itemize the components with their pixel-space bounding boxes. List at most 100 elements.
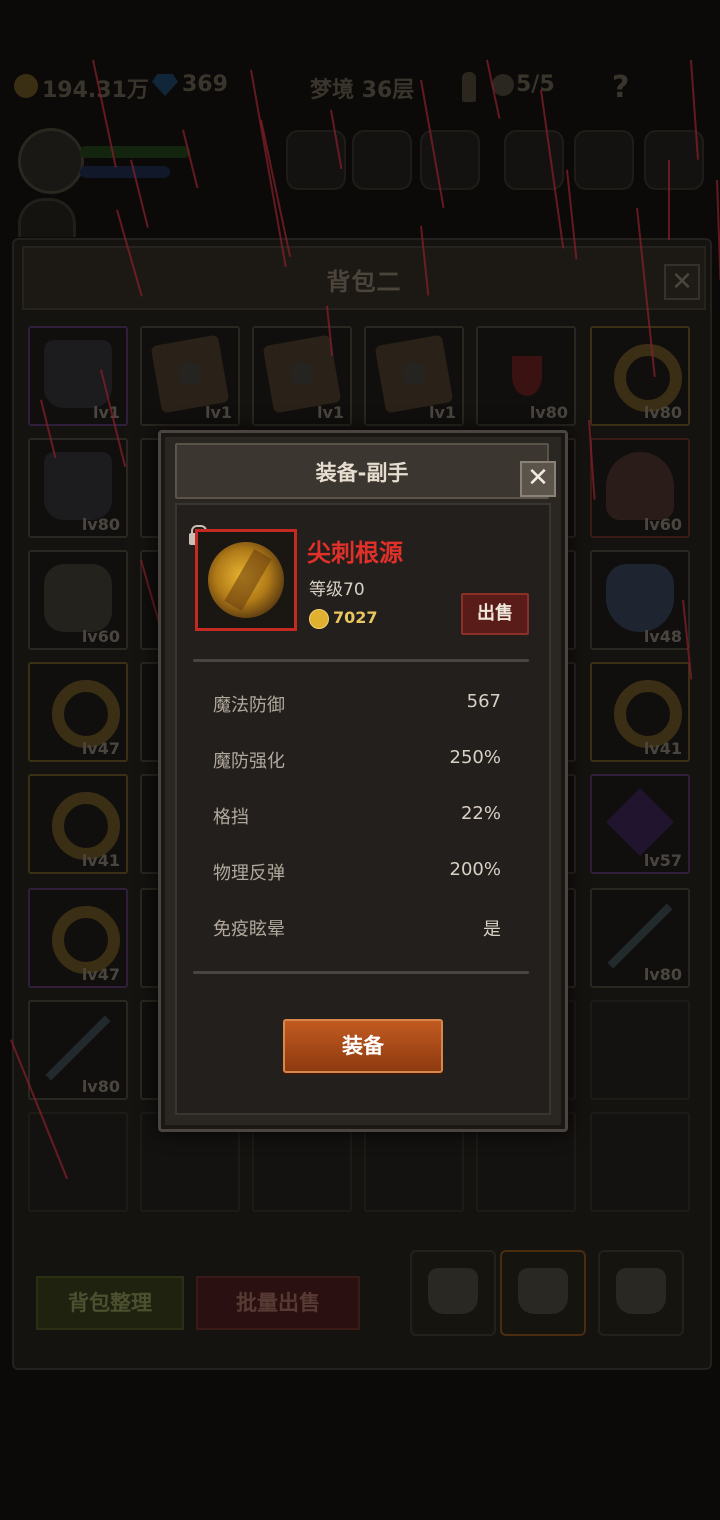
mana-bar (80, 166, 170, 178)
gold-coin-icon (14, 74, 38, 98)
bulk-sell-button[interactable]: 批量出售 (196, 1276, 360, 1330)
stat-value: 567 (466, 691, 501, 712)
inventory-slot[interactable]: lv41 (28, 774, 128, 874)
slot-level: lv48 (643, 627, 682, 646)
inventory-slot[interactable]: lv80 (28, 1000, 128, 1100)
divider-bottom (193, 971, 529, 974)
inventory-slot[interactable] (590, 1112, 690, 1212)
top-hud: 194.31万 369 梦境 36层 5/5 ? (0, 60, 720, 120)
armor-icon (44, 452, 112, 520)
equip-slot-armor[interactable] (420, 130, 480, 190)
stat-name: 格挡 (213, 807, 249, 828)
inventory-slot[interactable]: lv80 (590, 888, 690, 988)
stage-label: 梦境 36层 (310, 78, 415, 103)
ring-icon (52, 792, 120, 860)
amulet-icon (512, 356, 542, 396)
slot-level: lv1 (428, 403, 456, 422)
backpack-title: 背包二 (326, 268, 402, 296)
gem-icon (606, 788, 674, 856)
bag-tab-1[interactable] (410, 1250, 496, 1336)
ring-icon (614, 344, 682, 412)
popup-close-button[interactable]: ✕ (520, 461, 556, 497)
divider-top (193, 659, 529, 662)
inventory-slot[interactable]: lv41 (590, 662, 690, 762)
backpack-header: 背包二 ✕ (22, 246, 706, 310)
shield-icon (374, 334, 454, 414)
backpack-close-button[interactable]: ✕ (664, 264, 700, 300)
stat-value: 250% (449, 747, 501, 768)
equip-button[interactable]: 装备 (283, 1019, 443, 1073)
bag-icon (428, 1268, 478, 1314)
help-button[interactable]: ? (612, 70, 629, 105)
sword-icon (45, 1015, 111, 1081)
slot-level: lv57 (643, 851, 682, 870)
inventory-slot[interactable]: lv47 (28, 662, 128, 762)
bag-icon (518, 1268, 568, 1314)
spiked-shield-icon (208, 542, 284, 618)
stat-name: 物理反弹 (213, 863, 285, 884)
inventory-slot[interactable]: lv47 (28, 888, 128, 988)
item-detail-popup: 装备-副手 ✕ 尖刺根源 等级70 7027 出售 魔法防御 567 魔防强化 250… (158, 430, 568, 1132)
slot-level: lv80 (643, 403, 682, 422)
slot-level: lv80 (81, 515, 120, 534)
stat-name: 魔防强化 (213, 751, 285, 772)
slot-level: lv60 (643, 515, 682, 534)
item-icon-frame (195, 529, 297, 631)
stat-value: 200% (449, 859, 501, 880)
stamina-count: 5/5 (516, 72, 555, 97)
ring-icon (52, 906, 120, 974)
helm-icon (606, 452, 674, 520)
inventory-slot[interactable]: lv60 (28, 550, 128, 650)
popup-title: 装备-副手 (315, 461, 409, 485)
inventory-slot[interactable]: lv80 (476, 326, 576, 426)
equip-slot-helmet[interactable] (352, 130, 412, 190)
item-name: 尖刺根源 (307, 539, 403, 567)
sell-button[interactable]: 出售 (461, 593, 529, 635)
inventory-slot[interactable]: lv48 (590, 550, 690, 650)
slot-level: lv41 (81, 851, 120, 870)
slot-level: lv47 (81, 965, 120, 984)
item-level: 等级70 (309, 580, 365, 600)
popup-header: 装备-副手 ✕ (175, 443, 556, 499)
slot-level: lv80 (643, 965, 682, 984)
slot-level: lv80 (529, 403, 568, 422)
sword-icon (607, 903, 673, 969)
slot-level: lv41 (643, 739, 682, 758)
sort-backpack-button[interactable]: 背包整理 (36, 1276, 184, 1330)
stat-value: 是 (483, 919, 501, 940)
inventory-slot[interactable]: lv80 (28, 438, 128, 538)
inventory-slot[interactable]: lv1 (364, 326, 464, 426)
inventory-slot[interactable] (590, 1000, 690, 1100)
equip-slot-boots[interactable] (574, 130, 634, 190)
slot-level: lv1 (204, 403, 232, 422)
inventory-slot[interactable]: lv60 (590, 438, 690, 538)
boot-icon (44, 564, 112, 632)
shield-icon (150, 334, 230, 414)
bag-tab-2[interactable] (500, 1250, 586, 1336)
ring-icon (52, 680, 120, 748)
key-icon (462, 72, 476, 102)
slot-level: lv80 (81, 1077, 120, 1096)
rain-streak (668, 160, 670, 240)
bag-icon (616, 1268, 666, 1314)
health-bar (80, 146, 190, 158)
slot-level: lv1 (316, 403, 344, 422)
inventory-slot[interactable] (28, 1112, 128, 1212)
skull-icon (492, 74, 514, 96)
stat-value: 22% (460, 803, 501, 824)
inventory-slot[interactable]: lv57 (590, 774, 690, 874)
coin-icon (309, 609, 329, 629)
stat-name: 免疫眩晕 (213, 919, 285, 940)
inventory-slot[interactable]: lv1 (140, 326, 240, 426)
inventory-slot[interactable]: lv80 (590, 326, 690, 426)
slot-level: lv47 (81, 739, 120, 758)
pet-avatar[interactable] (18, 198, 76, 237)
inventory-slot[interactable]: lv1 (252, 326, 352, 426)
gem-amount: 369 (182, 72, 228, 97)
equip-slot-cloak[interactable] (504, 130, 564, 190)
bag-tab-3[interactable] (598, 1250, 684, 1336)
slot-level: lv1 (92, 403, 120, 422)
diamond-icon (152, 74, 178, 96)
player-avatar[interactable] (18, 128, 84, 194)
rain-streak (182, 129, 199, 189)
